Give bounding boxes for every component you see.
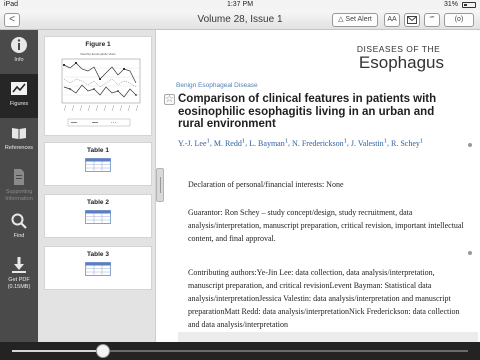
set-alert-button[interactable]: △ Set Alert (332, 13, 378, 27)
panel-resize-handle[interactable] (156, 168, 164, 202)
author-link[interactable]: M. Redd1 (214, 137, 245, 148)
nav-label-figures: Figures (9, 101, 29, 107)
nav-item-supporting-information[interactable]: Supporting Information (0, 162, 38, 206)
cite-button[interactable]: “” (424, 13, 440, 27)
left-nav: Info Figures References Supporting Infor… (0, 30, 38, 342)
email-button[interactable] (404, 13, 420, 27)
nav-label-get-pdf: Get PDF (0.15MB) (7, 277, 31, 290)
article-view: DISEASES OF THE Esophagus Benign Esophag… (164, 30, 480, 342)
paragraph-contributing-authors: Contributing authors:Ye-Jin Lee: data co… (188, 268, 460, 329)
table-icon (85, 262, 111, 276)
top-toolbar: < Volume 28, Issue 1 △ Set Alert AA “” (… (0, 10, 480, 30)
clock: 1:37 PM (226, 1, 254, 8)
nav-label-info: Info (14, 57, 24, 63)
chart-icon (11, 82, 27, 95)
favorite-star-icon[interactable]: ☆ (164, 94, 175, 105)
journal-logo-bottom: Esophagus (358, 53, 444, 72)
book-icon (12, 128, 26, 139)
set-alert-label: Set Alert (345, 16, 372, 23)
thumbnail-title: Table 3 (87, 251, 109, 258)
thumbnail-panel: Figure 1 Monthly Eosinophilic Visits Tab… (38, 30, 156, 342)
svg-text:Monthly Eosinophilic Visits: Monthly Eosinophilic Visits (80, 52, 116, 56)
nav-item-info[interactable]: Info (0, 30, 38, 74)
content-divider (178, 332, 478, 342)
font-size-button[interactable]: AA (384, 13, 400, 27)
paragraph-guarantor: Guarantor: Ron Schey – study concept/des… (188, 208, 464, 243)
thumbnail-figure-1[interactable]: Figure 1 Monthly Eosinophilic Visits (44, 36, 152, 136)
nav-item-figures[interactable]: Figures (0, 74, 38, 118)
author-link[interactable]: L. Bayman1 (249, 137, 288, 148)
download-icon (12, 257, 26, 273)
figure-thumbnail-chart: Monthly Eosinophilic Visits (61, 52, 141, 127)
battery-icon (462, 2, 476, 8)
author-list: Y.-J. Lee1, M. Redd1, L. Bayman1, N. Fre… (178, 137, 424, 148)
table-icon (85, 158, 111, 172)
thumbnail-title: Figure 1 (85, 41, 111, 48)
share-button[interactable]: (o) (444, 13, 474, 27)
slider-track-fill (12, 350, 104, 352)
battery-percent: 31% (443, 1, 458, 8)
nav-item-references[interactable]: References (0, 118, 38, 162)
nav-item-get-pdf[interactable]: Get PDF (0.15MB) (0, 250, 38, 294)
author-link[interactable]: R. Schey1 (391, 137, 423, 148)
page-slider-bar (0, 342, 480, 360)
nav-item-find[interactable]: Find (0, 206, 38, 250)
thumbnail-title: Table 2 (87, 199, 109, 206)
nav-label-supporting-information: Supporting Information (5, 189, 33, 202)
thumbnail-table-3[interactable]: Table 3 (44, 246, 152, 290)
table-icon (85, 210, 111, 224)
page-indicator-dot (468, 251, 472, 255)
author-link[interactable]: J. Valestin1 (351, 137, 387, 148)
search-icon (11, 213, 27, 229)
journal-logo: DISEASES OF THE Esophagus (357, 44, 444, 71)
envelope-icon (407, 16, 417, 24)
slider-knob[interactable] (96, 344, 111, 358)
author-link[interactable]: N. Frederickson1 (292, 137, 347, 148)
author-link[interactable]: Y.-J. Lee1 (178, 137, 210, 148)
status-bar: iPad 1:37 PM 31% (0, 0, 480, 10)
article-category: Benign Esophageal Disease (176, 82, 258, 89)
nav-label-find: Find (13, 233, 25, 239)
article-title: Comparison of clinical features in patie… (178, 93, 437, 130)
paragraph-declaration: Declaration of personal/financial intere… (188, 180, 344, 189)
thumbnail-table-1[interactable]: Table 1 (44, 142, 152, 186)
info-icon (11, 37, 27, 53)
document-icon (14, 169, 24, 185)
thumbnail-title: Table 1 (87, 147, 109, 154)
nav-label-references: References (4, 145, 34, 151)
thumbnail-table-2[interactable]: Table 2 (44, 194, 152, 238)
page-indicator-dot (468, 143, 472, 147)
